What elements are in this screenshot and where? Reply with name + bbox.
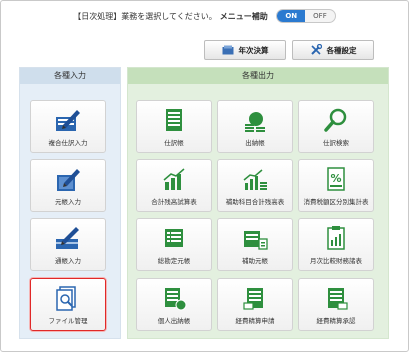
output-panel-title: 各種出力 bbox=[128, 68, 388, 84]
instruction-text: 【日次処理】業務を選択してください。 bbox=[73, 11, 217, 21]
personal-cash-book-tile[interactable]: 個人出納帳 bbox=[136, 278, 212, 331]
magnifier-icon bbox=[324, 108, 347, 132]
ledger-entry-tile[interactable]: 元帳入力 bbox=[30, 159, 106, 212]
chart-coins-icon bbox=[243, 169, 267, 190]
bar-chart-icon bbox=[163, 168, 185, 190]
expense-request-tile[interactable]: 経費精算申請 bbox=[217, 278, 293, 331]
annual-close-button[interactable]: 年次決算 bbox=[204, 40, 286, 60]
settings-label: 各種設定 bbox=[326, 45, 357, 55]
tools-icon bbox=[310, 44, 322, 55]
consumption-tax-summary-tile[interactable]: % 消費税額区分別集計表 bbox=[298, 159, 374, 212]
top-instruction-bar: 【日次処理】業務を選択してください。 メニュー補助 ON OFF bbox=[0, 9, 409, 23]
tile-label: 総勘定元帳 bbox=[157, 257, 191, 265]
sub-account-balance-tile[interactable]: 補助科目合計残高表 bbox=[217, 159, 293, 212]
general-ledger-tile[interactable]: 総勘定元帳 bbox=[136, 218, 212, 271]
menu-assist-label: メニュー補助 bbox=[219, 11, 268, 21]
tile-label: 合計残高試算表 bbox=[151, 198, 197, 206]
tile-label: 通帳入力 bbox=[55, 257, 81, 265]
tile-label: 月次比較財務諸表 bbox=[310, 257, 362, 265]
tile-label: 複合仕訳入力 bbox=[48, 139, 88, 147]
pen-passbook-icon bbox=[56, 227, 79, 249]
tile-label: 経費精算申請 bbox=[235, 317, 275, 325]
tile-label: 補助科目合計残高表 bbox=[225, 198, 285, 206]
tile-label: 仕訳帳 bbox=[164, 139, 184, 147]
tile-label: ファイル管理 bbox=[48, 317, 88, 325]
passbook-entry-tile[interactable]: 通帳入力 bbox=[30, 218, 106, 271]
tile-label: 経費精算承認 bbox=[316, 317, 356, 325]
trial-balance-tile[interactable]: 合計残高試算表 bbox=[136, 159, 212, 212]
monthly-comparison-tile[interactable]: 月次比較財務諸表 bbox=[298, 218, 374, 271]
tile-label: 元帳入力 bbox=[55, 198, 81, 206]
file-search-icon bbox=[56, 286, 76, 311]
annual-close-icon bbox=[222, 45, 233, 55]
expense-approval-icon bbox=[328, 288, 348, 310]
journal-book-icon bbox=[166, 109, 182, 131]
sub-ledger-tile[interactable]: 補助元帳 bbox=[217, 218, 293, 271]
ledger-icon bbox=[165, 229, 183, 247]
personal-ledger-icon bbox=[165, 288, 187, 311]
input-panel-title: 各種入力 bbox=[20, 68, 120, 84]
file-management-tile[interactable]: ファイル管理 bbox=[30, 278, 106, 331]
toggle-off-option[interactable]: OFF bbox=[305, 10, 335, 22]
coins-icon bbox=[245, 112, 265, 132]
tile-label: 仕訳検索 bbox=[323, 139, 349, 147]
journal-book-tile[interactable]: 仕訳帳 bbox=[136, 100, 212, 153]
tile-label: 補助元帳 bbox=[242, 257, 268, 265]
compound-journal-entry-tile[interactable]: 複合仕訳入力 bbox=[30, 100, 106, 153]
percent-document-icon: % bbox=[327, 167, 345, 191]
tile-label: 消費税額区分別集計表 bbox=[303, 198, 369, 206]
journal-search-tile[interactable]: 仕訳検索 bbox=[298, 100, 374, 153]
expense-request-icon bbox=[243, 288, 263, 310]
annual-close-label: 年次決算 bbox=[238, 45, 269, 55]
expense-approval-tile[interactable]: 経費精算承認 bbox=[298, 278, 374, 331]
pen-ledger-icon bbox=[56, 110, 80, 131]
toggle-on-option[interactable]: ON bbox=[277, 10, 306, 22]
svg-text:%: % bbox=[330, 172, 341, 185]
cash-book-tile[interactable]: 出納帳 bbox=[217, 100, 293, 153]
tile-label: 個人出納帳 bbox=[157, 317, 191, 325]
menu-assist-toggle[interactable]: ON OFF bbox=[276, 9, 336, 23]
sub-ledger-icon bbox=[244, 231, 268, 250]
settings-button[interactable]: 各種設定 bbox=[292, 40, 374, 60]
pen-book-icon bbox=[57, 169, 80, 191]
tile-label: 出納帳 bbox=[245, 139, 265, 147]
clipboard-chart-icon bbox=[327, 226, 345, 250]
